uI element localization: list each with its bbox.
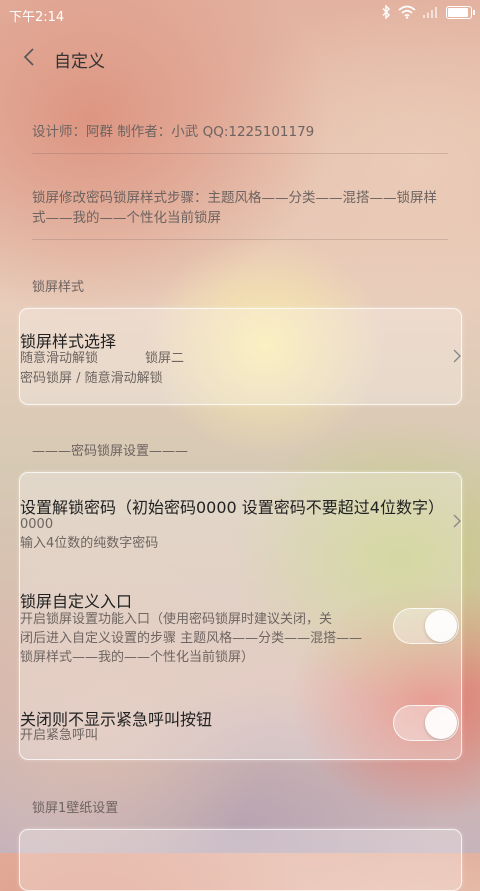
set-password-value: 0000: [20, 517, 54, 532]
set-password-hint: 输入4位数的纯数字密码: [20, 536, 159, 551]
lock-style-card: 锁屏样式选择 随意滑动解锁 锁屏二 密码锁屏 / 随意滑动解锁: [19, 308, 462, 405]
status-bar: 下午2:14: [0, 0, 480, 28]
emergency-call-desc: 开启紧急呼叫: [20, 728, 99, 743]
lock-style-current: 随意滑动解锁: [20, 351, 99, 366]
chevron-right-icon: [453, 514, 461, 528]
toggle-knob: [425, 610, 457, 642]
status-icons: [381, 5, 475, 19]
battery-icon: [446, 5, 475, 19]
custom-entry-desc-line3: 锁屏样式——我的——个性化当前锁屏）: [20, 650, 255, 665]
custom-entry-desc-line2: 闭后进入自定义设置的步骤 主题风格——分类——混搭——: [20, 631, 363, 646]
custom-entry-desc-line1: 开启锁屏设置功能入口（使用密码锁屏时建议关闭，关: [20, 612, 333, 627]
custom-entry-row: 锁屏自定义入口 开启锁屏设置功能入口（使用密码锁屏时建议关闭，关 闭后进入自定义…: [20, 573, 461, 683]
custom-entry-title: 锁屏自定义入口: [20, 592, 133, 611]
status-time: 下午2:14: [9, 10, 65, 25]
back-arrow-icon[interactable]: [18, 44, 44, 70]
emergency-call-row: 关闭则不显示紧急呼叫按钮 开启紧急呼叫: [20, 695, 461, 759]
section-title-lock-style: 锁屏样式: [32, 280, 85, 295]
custom-entry-toggle[interactable]: [393, 608, 459, 644]
toggle-knob: [425, 707, 457, 739]
set-password-title: 设置解锁密码（初始密码0000 设置密码不要超过4位数字）: [20, 498, 435, 517]
page-title: 自定义: [54, 52, 105, 72]
lock-style-select-row[interactable]: 锁屏样式选择 随意滑动解锁 锁屏二 密码锁屏 / 随意滑动解锁: [20, 309, 461, 404]
steps-text: 锁屏修改密码锁屏样式步骤：主题风格——分类——混搭——锁屏样式——我的——个性化…: [32, 190, 437, 226]
lock-style-name: 锁屏二: [145, 351, 185, 366]
divider: [32, 153, 448, 154]
wifi-icon: [398, 5, 416, 19]
set-password-row[interactable]: 设置解锁密码（初始密码0000 设置密码不要超过4位数字） 0000 输入4位数…: [20, 473, 461, 565]
chevron-right-icon: [453, 349, 461, 363]
password-settings-card: 设置解锁密码（初始密码0000 设置密码不要超过4位数字） 0000 输入4位数…: [19, 472, 462, 760]
section-title-wallpaper: 锁屏1壁纸设置: [32, 801, 119, 816]
app-header: 自定义: [0, 36, 480, 78]
signal-icon: [423, 7, 437, 18]
wallpaper-settings-card[interactable]: [19, 829, 462, 891]
credits-text: 设计师：阿群 制作者：小武 QQ:1225101179: [32, 124, 315, 140]
section-title-password: ———密码锁屏设置———: [32, 444, 189, 459]
lock-style-options: 密码锁屏 / 随意滑动解锁: [20, 371, 163, 386]
bluetooth-icon: [382, 5, 390, 19]
emergency-call-toggle[interactable]: [393, 705, 459, 741]
divider: [32, 239, 448, 240]
